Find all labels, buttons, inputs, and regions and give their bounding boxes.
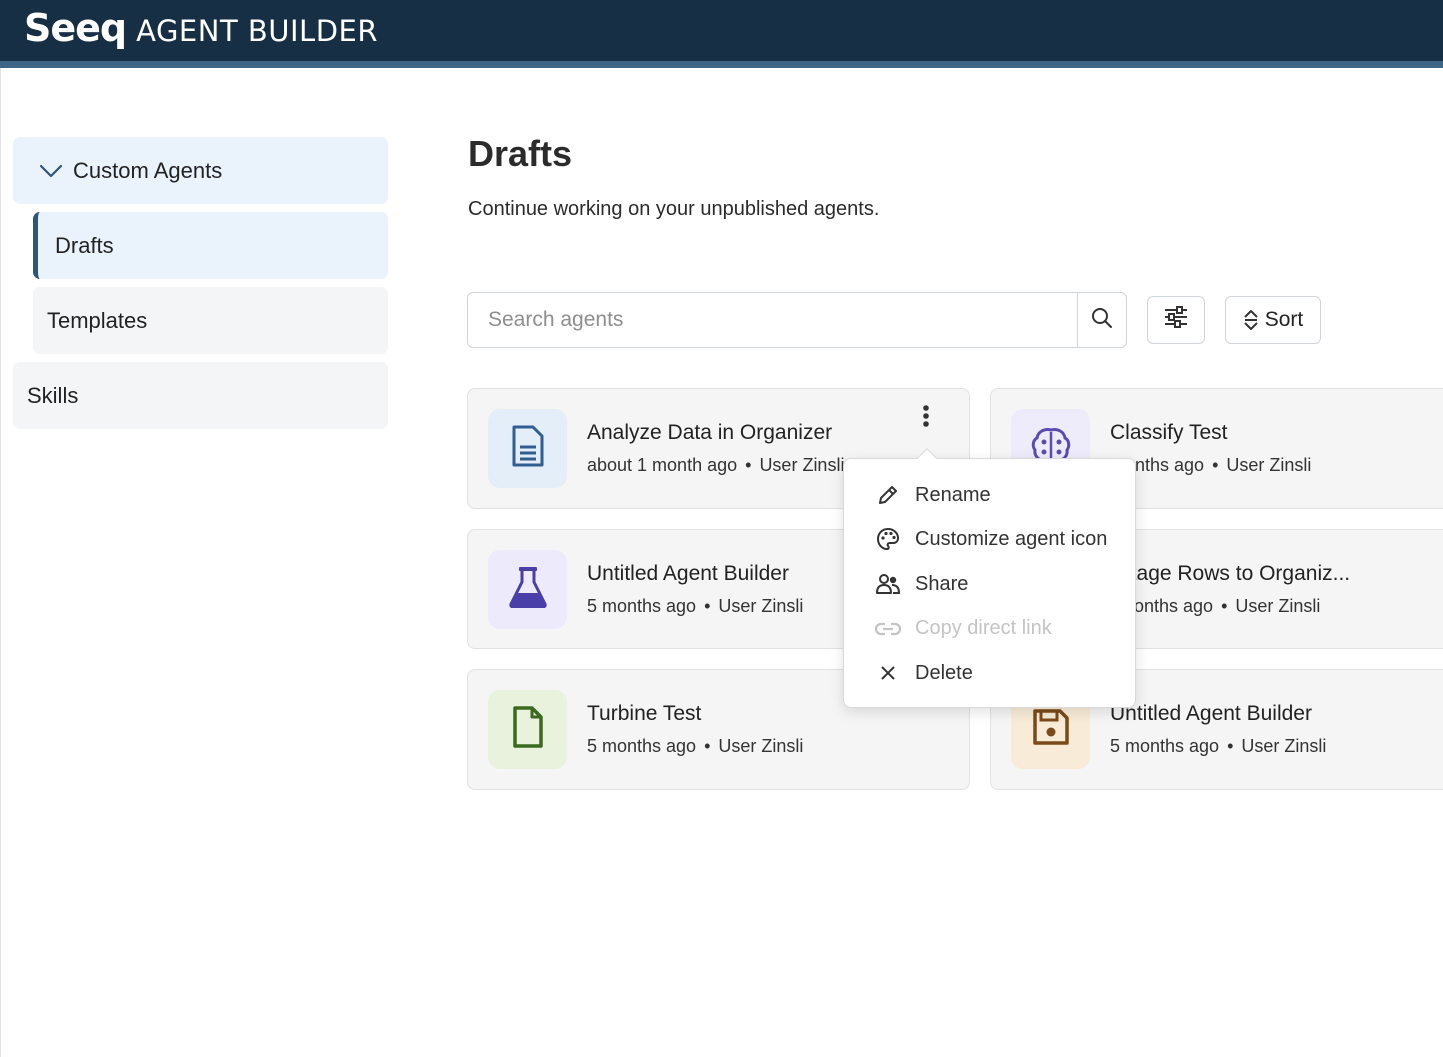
menu-item-customize-icon[interactable]: Customize agent icon [844,519,1135,559]
menu-item-rename[interactable]: Rename [844,475,1135,515]
kebab-icon [922,404,930,433]
search-box [467,292,1127,348]
menu-item-label: Copy direct link [915,616,1052,639]
agent-meta: about 1 month ago • User Zinsli [587,455,844,476]
more-options-button[interactable] [914,403,938,433]
agent-meta: months ago • User Zinsli [1119,596,1320,617]
menu-item-label: Share [915,572,969,595]
agent-owner: User Zinsli [1226,455,1312,475]
agent-title: Classify Test [1110,421,1228,444]
document-icon [511,425,545,472]
page-title: Drafts [468,133,573,174]
menu-item-label: Delete [915,661,973,684]
search-input[interactable] [468,293,1077,347]
page-divider [0,68,1,1057]
agent-updated: 5 months ago [587,736,697,756]
app-header: Seeq AGENT BUILDER [0,0,1443,68]
sort-icon [1243,309,1259,331]
seeq-logo: Seeq [24,6,127,50]
sort-button[interactable]: Sort [1225,296,1321,344]
agent-owner: User Zinsli [718,596,804,616]
sidebar-item-label: Drafts [55,232,114,258]
agent-meta: 5 months ago • User Zinsli [587,596,803,617]
sidebar-item-skills[interactable]: Skills [13,362,388,429]
agent-updated: about 1 month ago [587,455,738,475]
app-title: AGENT BUILDER [136,14,379,48]
sidebar-item-templates[interactable]: Templates [33,287,388,354]
separator: • [1221,596,1228,616]
agent-updated: 5 months ago [1110,736,1220,756]
agent-title: Analyze Data in Organizer [587,421,833,444]
sliders-icon [1163,305,1189,335]
separator: • [1212,455,1219,475]
separator: • [1227,736,1234,756]
chevron-down-icon [39,163,63,179]
search-icon [1091,307,1113,334]
search-button[interactable] [1077,293,1126,347]
menu-item-copy-link: Copy direct link [844,608,1135,648]
menu-item-label: Customize agent icon [915,527,1108,550]
agent-title: Untitled Agent Builder [1110,702,1312,725]
separator: • [704,736,711,756]
sidebar-item-label: Custom Agents [73,157,223,183]
agent-owner: User Zinsli [759,455,845,475]
agent-icon-tile [488,690,567,769]
agent-title: Turbine Test [587,702,702,725]
link-icon [873,618,903,638]
agent-icon-tile [488,409,567,488]
sidebar-item-label: Templates [47,307,148,333]
menu-item-delete[interactable]: Delete [844,653,1135,693]
separator: • [704,596,711,616]
agent-options-menu: Rename Customize agent icon Share Copy d… [843,448,1136,708]
separator: • [745,455,752,475]
agent-updated: 5 months ago [587,596,697,616]
menu-item-share[interactable]: Share [844,564,1135,604]
pencil-icon [873,484,903,506]
agent-icon-tile [488,550,567,629]
agent-owner: User Zinsli [1235,596,1321,616]
palette-icon [873,527,903,551]
menu-item-label: Rename [915,483,991,506]
sidebar-item-drafts[interactable]: Drafts [33,212,388,279]
brand: Seeq AGENT BUILDER [24,8,378,51]
close-icon [873,664,903,682]
users-icon [873,573,903,595]
floppy-disk-icon [1032,708,1070,751]
agent-title: ntage Rows to Organiz... [1119,562,1351,585]
sort-label: Sort [1264,308,1304,331]
filter-button[interactable] [1147,296,1205,344]
flask-icon [508,566,548,613]
sidebar-item-custom-agents[interactable]: Custom Agents [13,137,388,204]
file-icon [512,706,544,753]
sidebar-item-label: Skills [27,382,79,408]
agent-meta: 5 months ago • User Zinsli [587,736,803,757]
agent-meta: 5 months ago • User Zinsli [1110,736,1326,757]
agent-owner: User Zinsli [1241,736,1327,756]
agent-owner: User Zinsli [718,736,804,756]
agent-title: Untitled Agent Builder [587,562,789,585]
agent-meta: months ago • User Zinsli [1110,455,1311,476]
page-subtitle: Continue working on your unpublished age… [468,198,880,220]
